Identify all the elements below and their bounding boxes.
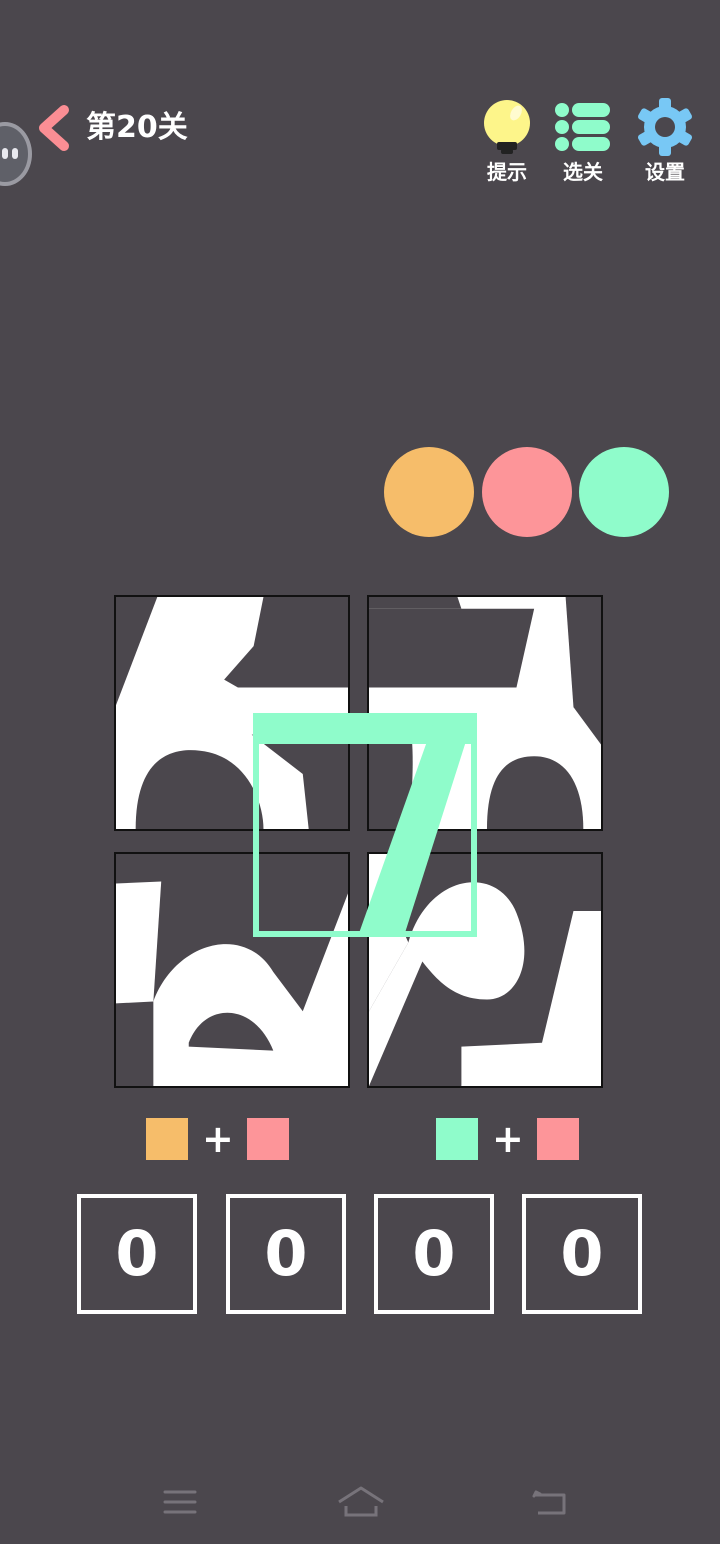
clue-plus: + — [202, 1117, 234, 1161]
answer-digit-3[interactable]: 0 — [374, 1194, 494, 1314]
clue-color-pink — [247, 1118, 289, 1160]
home-icon[interactable] — [336, 1478, 386, 1528]
menu-icon[interactable] — [162, 1478, 198, 1528]
clue-color-green — [436, 1118, 478, 1160]
clue-color-pink — [537, 1118, 579, 1160]
answer-digit-4[interactable]: 0 — [522, 1194, 642, 1314]
back-icon[interactable] — [530, 1478, 570, 1528]
answer-digit-1[interactable]: 0 — [77, 1194, 197, 1314]
clue-plus: + — [492, 1117, 524, 1161]
clue-color-orange — [146, 1118, 188, 1160]
answer-digit-2[interactable]: 0 — [226, 1194, 346, 1314]
